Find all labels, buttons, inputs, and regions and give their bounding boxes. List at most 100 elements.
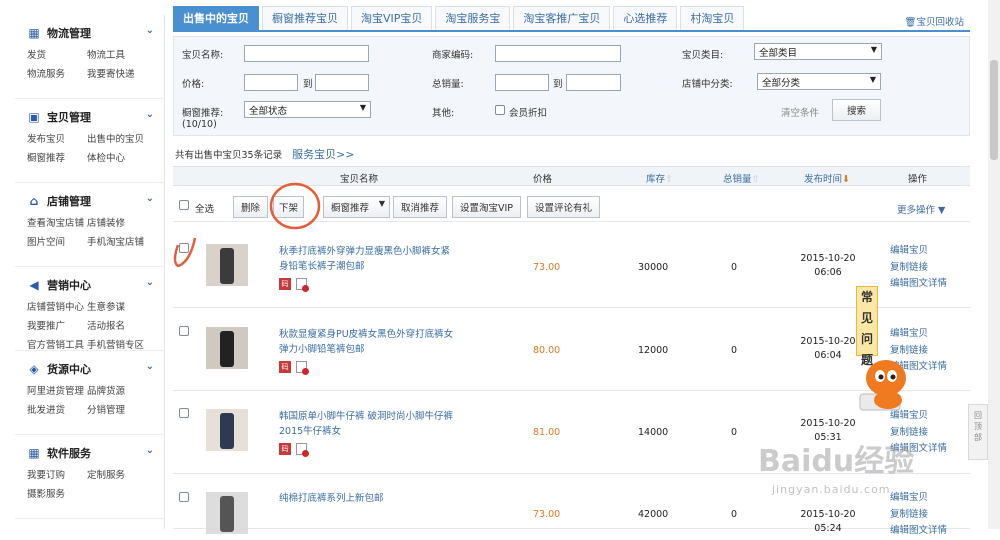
sidebar-link[interactable]: 官方营销工具 (27, 337, 87, 351)
sidebar-link[interactable]: 查看淘宝店铺 (27, 215, 87, 229)
tab-2[interactable]: 淘宝VIP宝贝 (351, 6, 433, 30)
more-operations-link[interactable]: 更多操作 ▼ (897, 202, 945, 216)
sidebar-link[interactable]: 品牌货源 (87, 383, 159, 397)
sidebar-link[interactable]: 手机淘宝店铺 (87, 234, 159, 248)
chevron-down-icon[interactable]: ⌄ (146, 445, 154, 456)
window-recommend-button[interactable]: 橱窗推荐 ▼ (323, 196, 391, 218)
back-to-top-button[interactable]: 回顶部 (968, 404, 988, 460)
sidebar-section-header[interactable]: ▦ 物流管理 ⌄ (27, 23, 164, 43)
col-sales[interactable]: 总销量⇧ (723, 171, 759, 185)
sidebar-link[interactable]: 图片空间 (27, 234, 87, 248)
stock-value: 14000 (638, 427, 669, 438)
product-title-link[interactable]: 秋季打底裤外穿弹力显瘦黑色小脚裤女紧身铅笔长裤子潮包邮 (279, 244, 459, 274)
sidebar-link[interactable]: 店铺营销中心 (27, 299, 87, 313)
service-items-link[interactable]: 服务宝贝>> (292, 148, 354, 161)
item-name-input[interactable] (244, 45, 369, 62)
set-review-gift-button[interactable]: 设置评论有礼 (527, 196, 601, 218)
sidebar-link[interactable]: 摄影服务 (27, 486, 87, 500)
tab-6[interactable]: 村淘宝贝 (680, 6, 745, 30)
window-status-select[interactable]: 全部状态 ▼ (244, 101, 371, 118)
col-stock[interactable]: 库存⇧ (646, 171, 673, 185)
sidebar-link[interactable]: 店铺装修 (87, 215, 159, 229)
sidebar-section-header[interactable]: ◀ 营销中心 ⌄ (27, 275, 164, 295)
sidebar-link[interactable]: 物流服务 (27, 66, 87, 80)
edit-detail-link[interactable]: 编辑图文详情 (890, 523, 947, 540)
tab-4[interactable]: 淘宝客推广宝贝 (513, 6, 611, 30)
sidebar-link[interactable]: 活动报名 (87, 318, 159, 332)
scrollbar-thumb[interactable] (990, 60, 998, 160)
product-thumbnail[interactable] (206, 409, 248, 451)
sidebar-section-header[interactable]: ▦ 软件服务 ⌄ (27, 443, 164, 463)
product-thumbnail[interactable] (206, 244, 248, 286)
window-count: (10/10) (182, 119, 217, 130)
col-publish-time[interactable]: 发布时间⬇ (804, 171, 850, 185)
delist-button[interactable]: 下架 (273, 196, 305, 218)
product-thumbnail[interactable] (206, 492, 248, 534)
price-max-input[interactable] (315, 74, 369, 91)
member-discount-checkbox[interactable] (495, 105, 505, 115)
set-vip-button[interactable]: 设置淘宝VIP (452, 196, 522, 218)
cancel-recommend-button[interactable]: 取消推荐 (393, 196, 448, 218)
sidebar-link[interactable]: 我要推广 (27, 318, 87, 332)
row-checkbox[interactable] (179, 243, 189, 253)
row-checkbox[interactable] (179, 326, 189, 336)
delete-button[interactable]: 删除 (233, 196, 269, 218)
sales-max-input[interactable] (566, 74, 621, 91)
sidebar-link[interactable]: 我要订购 (27, 467, 87, 481)
tab-1[interactable]: 橱窗推荐宝贝 (262, 6, 348, 30)
col-price: 价格 (533, 174, 553, 185)
edit-item-link[interactable]: 编辑宝贝 (890, 326, 947, 343)
shop-icon: ⌂ (29, 194, 39, 208)
sidebar-link[interactable]: 我要寄快递 (87, 66, 159, 80)
sidebar-section-header[interactable]: ⌂ 店铺管理 ⌄ (27, 191, 164, 211)
sidebar-section-header[interactable]: ▣ 宝贝管理 ⌄ (27, 107, 164, 127)
sidebar-link[interactable]: 发货 (27, 47, 87, 61)
page-scrollbar[interactable] (988, 0, 1000, 529)
product-image-shape (220, 413, 234, 449)
search-button[interactable]: 搜索 (832, 99, 882, 121)
copy-link-link[interactable]: 复制链接 (890, 507, 947, 524)
product-thumbnail[interactable] (206, 327, 248, 369)
sidebar-link[interactable]: 发布宝贝 (27, 131, 87, 145)
sidebar-link[interactable]: 分销管理 (87, 402, 159, 416)
sales-min-input[interactable] (495, 74, 549, 91)
recycle-bin-link[interactable]: 🗑宝贝回收站 (904, 14, 964, 28)
product-title-link[interactable]: 秋款显瘦紧身PU皮裤女黑色外穿打底裤女弹力小脚铅笔裤包邮 (279, 327, 459, 357)
merchant-code-input[interactable] (495, 45, 621, 62)
sidebar-link[interactable]: 生意参谋 (87, 299, 159, 313)
row-checkbox[interactable] (179, 408, 189, 418)
product-image-shape (220, 331, 234, 367)
shop-category-select[interactable]: 全部分类 ▼ (757, 73, 881, 90)
row-operations: 编辑宝贝 复制链接 编辑图文详情 (890, 490, 947, 540)
chevron-down-icon[interactable]: ⌄ (146, 193, 154, 204)
category-select[interactable]: 全部类目 ▼ (754, 43, 882, 60)
edit-detail-link[interactable]: 编辑图文详情 (890, 276, 947, 293)
product-title-link[interactable]: 韩国原单小脚牛仔裤 破洞时尚小脚牛仔裤2015牛仔裤女 (279, 409, 459, 439)
chevron-down-icon[interactable]: ⌄ (146, 25, 154, 36)
edit-item-link[interactable]: 编辑宝贝 (890, 243, 947, 260)
sidebar-link[interactable]: 阿里进货管理 (27, 383, 87, 397)
row-checkbox[interactable] (179, 492, 189, 502)
copy-link-link[interactable]: 复制链接 (890, 260, 947, 277)
chevron-down-icon[interactable]: ⌄ (146, 109, 154, 120)
clear-conditions-link[interactable]: 清空条件 (781, 105, 819, 119)
tab-3[interactable]: 淘宝服务宝 (435, 6, 511, 30)
tab-0[interactable]: 出售中的宝贝 (173, 6, 259, 30)
sidebar-link[interactable]: 物流工具 (87, 47, 159, 61)
tab-5[interactable]: 心选推荐 (613, 6, 678, 30)
product-title-link[interactable]: 纯棉打底裤系列上新包邮 (279, 491, 459, 506)
edit-item-link[interactable]: 编辑宝贝 (890, 490, 947, 507)
sidebar-link[interactable]: 出售中的宝贝 (87, 131, 159, 145)
chevron-down-icon[interactable]: ⌄ (146, 277, 154, 288)
sidebar-link[interactable]: 橱窗推荐 (27, 150, 87, 164)
faq-widget[interactable]: 常见问题 (856, 286, 878, 367)
sort-icon: ⇧ (665, 174, 673, 185)
sidebar-section-header[interactable]: ◈ 货源中心 ⌄ (27, 359, 164, 379)
select-all-checkbox[interactable] (179, 200, 189, 210)
sidebar-link[interactable]: 体检中心 (87, 150, 159, 164)
price-min-input[interactable] (244, 74, 298, 91)
sidebar-link[interactable]: 定制服务 (87, 467, 159, 481)
chevron-down-icon[interactable]: ⌄ (146, 361, 154, 372)
sidebar-link[interactable]: 手机营销专区 (87, 337, 159, 351)
sidebar-link[interactable]: 批发进货 (27, 402, 87, 416)
